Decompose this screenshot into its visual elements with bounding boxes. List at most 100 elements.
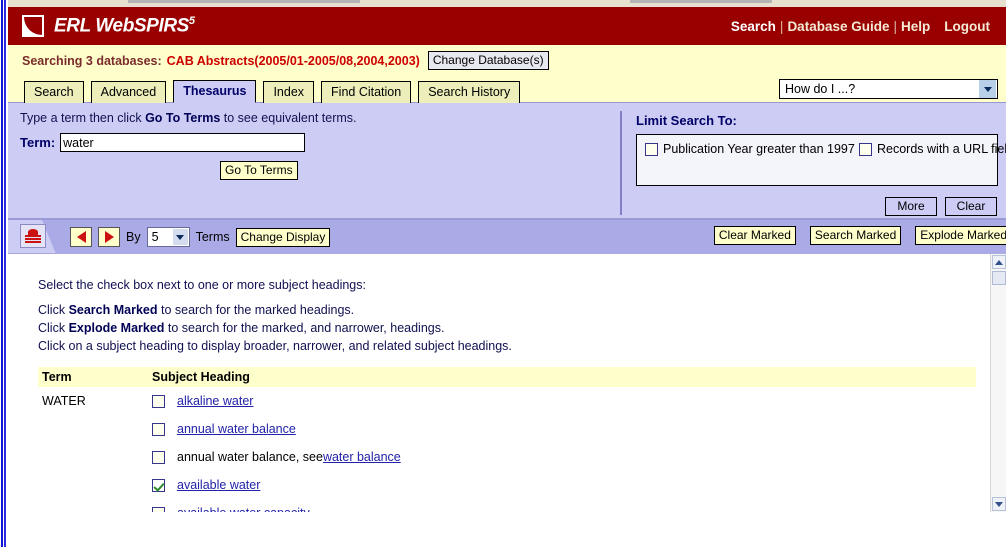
terms-per-page-select[interactable]: 5 bbox=[146, 227, 190, 247]
scroll-thumb[interactable] bbox=[992, 271, 1006, 285]
database-bar: Searching 3 databases: CAB Abstracts(200… bbox=[8, 45, 1006, 76]
by-label: By bbox=[126, 230, 141, 244]
search-form-panel: Type a term then click Go To Terms to se… bbox=[8, 103, 1006, 220]
previous-arrow-icon[interactable] bbox=[70, 227, 92, 247]
how-do-i-select[interactable]: How do I ...? bbox=[779, 79, 998, 99]
nav-logout[interactable]: Logout bbox=[944, 19, 990, 34]
nav-database-guide[interactable]: Database Guide bbox=[787, 19, 889, 34]
instr-2-bold: Explode Marked bbox=[68, 321, 165, 335]
database-bar-label: Searching 3 databases: bbox=[22, 53, 162, 68]
row-checkbox[interactable] bbox=[152, 450, 165, 464]
go-to-terms-row: Go To Terms bbox=[20, 161, 590, 180]
subject-heading-link[interactable]: annual water balance bbox=[177, 422, 296, 436]
term-form: Type a term then click Go To Terms to se… bbox=[20, 111, 590, 180]
next-arrow-icon[interactable] bbox=[98, 227, 120, 247]
instr-1-pre: Click bbox=[38, 303, 69, 317]
term-cell: WATER bbox=[42, 394, 86, 408]
term-input[interactable] bbox=[60, 133, 306, 152]
tab-index[interactable]: Index bbox=[263, 81, 315, 103]
terms-chevron-down-icon[interactable] bbox=[172, 229, 188, 245]
content-scrollbar[interactable] bbox=[990, 254, 1006, 512]
tab-thesaurus[interactable]: Thesaurus bbox=[173, 80, 257, 103]
limit-option-publication-year[interactable]: Publication Year greater than 1997 bbox=[645, 142, 860, 156]
instruction-line-1: Click Search Marked to search for the ma… bbox=[38, 301, 1006, 319]
table-row: annual water balance, see water balance bbox=[38, 443, 976, 471]
search-marked-button[interactable]: Search Marked bbox=[809, 226, 902, 245]
limit-option-url-field-label: Records with a URL field bbox=[877, 142, 1006, 156]
change-display-button[interactable]: Change Display bbox=[235, 227, 331, 247]
results-content: Select the check box next to one or more… bbox=[8, 254, 1006, 512]
row-checkbox[interactable] bbox=[152, 422, 165, 436]
hint-prefix: Type a term then click bbox=[20, 111, 146, 125]
page-content: ERL WebSPIRS5 Search | Database Guide | Help… bbox=[8, 7, 1006, 547]
scroll-up-icon[interactable] bbox=[992, 255, 1006, 269]
subject-heading-cell: available water bbox=[148, 471, 976, 499]
tab-search-history[interactable]: Search History bbox=[418, 81, 521, 103]
instr-2-post: to search for the marked, and narrower, … bbox=[164, 321, 445, 335]
column-header-subject-heading: Subject Heading bbox=[148, 367, 976, 387]
explode-marked-button[interactable]: Explode Marked bbox=[915, 226, 1006, 245]
more-button[interactable]: More bbox=[885, 197, 937, 216]
limit-buttons: More Clear bbox=[885, 197, 997, 216]
row-checkbox[interactable] bbox=[152, 506, 165, 512]
subject-heading-link[interactable]: available water capacity bbox=[177, 506, 310, 512]
subject-heading-cell: annual water balance, see water balance bbox=[148, 443, 976, 471]
row-checkbox-checked[interactable] bbox=[152, 478, 165, 492]
top-nav: Search | Database Guide | Help Logout bbox=[731, 19, 1006, 34]
subject-heading-row[interactable]: available water bbox=[152, 478, 972, 492]
subject-heading-row-cross-reference[interactable]: annual water balance, see water balance bbox=[152, 450, 972, 464]
brand-title-text: ERL WebSPIRS bbox=[54, 15, 189, 37]
instr-1-post: to search for the marked headings. bbox=[157, 303, 355, 317]
chrome-segment-right bbox=[630, 0, 772, 3]
tab-search[interactable]: Search bbox=[24, 81, 84, 103]
hint-suffix: to see equivalent terms. bbox=[220, 111, 357, 125]
nav-sep-2: | bbox=[893, 18, 897, 34]
window-left-border bbox=[0, 0, 8, 547]
limit-search-box: Publication Year greater than 1997 Recor… bbox=[636, 134, 1006, 216]
limit-search-section: Limit Search To: Publication Year greate… bbox=[636, 113, 1006, 216]
limit-option-publication-year-label: Publication Year greater than 1997 bbox=[663, 142, 855, 156]
clear-marked-button[interactable]: Clear Marked bbox=[713, 226, 796, 245]
nav-search[interactable]: Search bbox=[731, 19, 776, 34]
change-databases-button[interactable]: Change Database(s) bbox=[427, 51, 549, 70]
subject-heading-link[interactable]: available water bbox=[177, 478, 260, 492]
subject-heading-row[interactable]: alkaline water bbox=[152, 394, 972, 408]
subject-heading-row[interactable]: available water capacity bbox=[152, 506, 972, 512]
row-checkbox[interactable] bbox=[152, 394, 165, 408]
nav-help[interactable]: Help bbox=[901, 19, 930, 34]
brand-title: ERL WebSPIRS5 bbox=[54, 15, 195, 37]
panel-divider bbox=[620, 111, 622, 215]
toolbar-left-controls: By 5 Terms Change Display bbox=[70, 220, 331, 254]
limit-option-url-field[interactable]: Records with a URL field bbox=[859, 142, 1006, 156]
term-label: Term: bbox=[20, 135, 56, 150]
subject-heading-link[interactable]: alkaline water bbox=[177, 394, 253, 408]
terms-per-page-value: 5 bbox=[151, 230, 159, 244]
thesaurus-icon[interactable] bbox=[20, 224, 46, 248]
checkbox-url-field[interactable] bbox=[859, 143, 872, 156]
scroll-down-icon[interactable] bbox=[992, 497, 1006, 511]
clear-button[interactable]: Clear bbox=[945, 197, 997, 216]
cross-reference-link[interactable]: water balance bbox=[323, 450, 401, 464]
chrome-segment-left bbox=[128, 0, 360, 3]
results-header-row: Term Subject Heading bbox=[38, 367, 976, 387]
instruction-line-0: Select the check box next to one or more… bbox=[38, 278, 366, 292]
instruction-line-3: Click on a subject heading to display br… bbox=[38, 339, 512, 353]
checkbox-publication-year[interactable] bbox=[645, 143, 658, 156]
tab-advanced[interactable]: Advanced bbox=[90, 81, 167, 103]
tab-strip: Search Advanced Thesaurus Index Find Cit… bbox=[8, 76, 1006, 103]
term-form-hint: Type a term then click Go To Terms to se… bbox=[20, 111, 590, 125]
results-inner: Select the check box next to one or more… bbox=[8, 254, 1006, 512]
results-toolbar: By 5 Terms Change Display Clear Marked S… bbox=[8, 220, 1006, 254]
terms-label: Terms bbox=[195, 230, 230, 244]
term-cell-empty bbox=[38, 443, 148, 471]
go-to-terms-button[interactable]: Go To Terms bbox=[220, 161, 298, 180]
browser-chrome-strip bbox=[0, 0, 1006, 7]
chevron-down-icon[interactable] bbox=[979, 80, 996, 98]
tab-find-citation[interactable]: Find Citation bbox=[321, 81, 412, 103]
instruction-line-2: Click Explode Marked to search for the m… bbox=[38, 319, 1006, 337]
subject-heading-row[interactable]: annual water balance bbox=[152, 422, 972, 436]
table-row: annual water balance bbox=[38, 415, 976, 443]
hint-bold: Go To Terms bbox=[145, 111, 221, 125]
screenshot-root: ERL WebSPIRS5 Search | Database Guide | Help… bbox=[0, 0, 1006, 547]
table-row: WATER alkaline water bbox=[38, 387, 976, 415]
